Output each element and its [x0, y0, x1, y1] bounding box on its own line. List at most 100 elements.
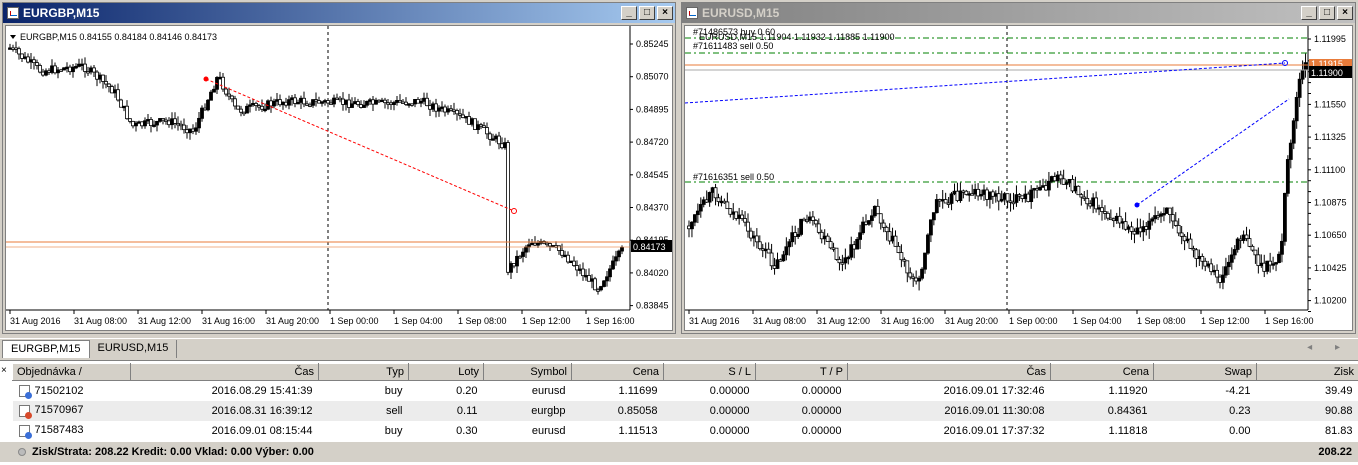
candle [167, 120, 171, 126]
candle [1170, 214, 1175, 222]
candle [119, 99, 123, 108]
candle [203, 107, 207, 111]
candle [365, 100, 369, 106]
candle [878, 213, 883, 224]
candle [149, 119, 153, 127]
candle [83, 63, 87, 72]
candle [494, 135, 498, 140]
x-tick-label: 31 Aug 2016 [10, 316, 61, 326]
candle [128, 118, 132, 122]
table-row[interactable]: 71502102 2016.08.29 15:41:39 buy 0.20 eurusd… [13, 381, 1358, 401]
candle [56, 69, 60, 74]
candle [197, 117, 201, 129]
cell-order: 71502102 [13, 381, 131, 401]
candle [242, 111, 246, 115]
minimize-button[interactable]: _ [621, 6, 637, 20]
column-header-symbol[interactable]: Symbol [483, 363, 572, 381]
candle [1224, 266, 1228, 276]
candle [1167, 207, 1172, 216]
candle [799, 218, 803, 235]
candle [569, 260, 573, 264]
candle [170, 118, 174, 126]
panel-close-icon[interactable]: × [1, 365, 7, 376]
y-tick-label: 0.84895 [636, 104, 669, 114]
close-button[interactable]: × [657, 6, 673, 20]
close-button[interactable]: × [1337, 6, 1353, 20]
tab-eurgbp[interactable]: EURGBP,M15 [2, 340, 90, 358]
candle [563, 254, 567, 258]
table-row[interactable]: 71570967 2016.08.31 16:39:12 sell 0.11 eurgb… [12, 400, 1358, 421]
candle [110, 86, 114, 94]
candle [778, 259, 783, 262]
table-row[interactable]: 71587483 2016.09.01 08:15:44 buy 0.30 eurusd… [13, 421, 1358, 441]
column-header-lots[interactable]: Loty [408, 363, 484, 381]
cell-open-time: 2016.08.29 15:41:39 [211, 384, 313, 397]
buy-order-icon [18, 424, 32, 439]
candle [449, 108, 453, 111]
candle [754, 235, 759, 243]
maximize-button[interactable]: □ [639, 6, 655, 20]
candle [964, 190, 969, 195]
candle [620, 247, 624, 252]
candle [793, 232, 798, 237]
column-header-swap[interactable]: Swap [1153, 363, 1257, 381]
price-chart[interactable]: 0.85245 0.85070 0.84895 0.84720 0.84545 0.843… [5, 25, 673, 331]
maximize-button[interactable]: □ [1319, 6, 1335, 20]
candle [470, 118, 474, 125]
column-header-sl[interactable]: S / L [663, 363, 756, 381]
candle [849, 244, 854, 258]
candle [887, 231, 892, 242]
cell-swap: -4.21 [1225, 384, 1251, 397]
x-tick-label: 31 Aug 08:00 [74, 316, 127, 326]
candle [934, 199, 939, 214]
cell-close-time: 2016.09.01 17:32:46 [943, 384, 1045, 397]
window-titlebar[interactable]: EURUSD,M15 _ □ × [682, 3, 1355, 23]
candle [86, 71, 90, 74]
candle [1173, 220, 1178, 226]
column-header-close-time[interactable]: Čas [847, 363, 1051, 381]
candle [116, 89, 120, 101]
candle [808, 216, 812, 221]
candle [530, 242, 534, 246]
cell-profit: 90.88 [1256, 400, 1358, 421]
candle [359, 104, 363, 108]
candle [497, 135, 501, 145]
candle [560, 250, 564, 256]
candle [386, 102, 390, 105]
candle [434, 103, 438, 112]
cell-close-price: 0.84361 [1050, 400, 1154, 421]
candle [1253, 249, 1258, 256]
candle [341, 98, 345, 105]
candle [775, 259, 780, 269]
candle [209, 91, 213, 101]
minimize-button[interactable]: _ [1301, 6, 1317, 20]
column-header-tp[interactable]: T / P [755, 363, 848, 381]
chart-background [685, 26, 1352, 330]
x-tick-label: 1 Sep 12:00 [522, 316, 571, 326]
window-titlebar[interactable]: EURGBP,M15 _ □ × [3, 3, 675, 23]
tab-scroll-arrows[interactable]: ◂ ▸ [1307, 342, 1350, 353]
candlestick-chart[interactable]: 0.85245 0.85070 0.84895 0.84720 0.84545 0.843… [6, 26, 673, 331]
candle [11, 47, 15, 50]
candle [143, 120, 147, 127]
candle [89, 67, 93, 73]
chart-window-eurusd[interactable]: EURUSD,M15 _ □ × 1.119951.117751.115501.… [681, 2, 1356, 334]
table-header-row: Objednávka / Čas Typ Loty Symbol Cena S … [12, 363, 1358, 381]
column-header-open-time[interactable]: Čas [130, 363, 319, 381]
chart-background [6, 26, 672, 330]
window-title: EURUSD,M15 [702, 6, 780, 20]
column-header-type[interactable]: Typ [318, 363, 409, 381]
candle [185, 129, 189, 134]
candlestick-chart[interactable]: 1.119951.117751.115501.113251.111001.108… [685, 26, 1353, 331]
price-chart[interactable]: 1.119951.117751.115501.113251.111001.108… [684, 25, 1353, 331]
column-header-order[interactable]: Objednávka / [12, 363, 131, 381]
candle [32, 59, 36, 64]
column-header-profit[interactable]: Zisk [1256, 363, 1358, 381]
candle [320, 101, 324, 104]
chart-window-eurgbp[interactable]: EURGBP,M15 _ □ × 0.85245 0.85070 0.84895 0.… [2, 2, 676, 334]
candle [455, 110, 459, 115]
column-header-close-price[interactable]: Cena [1050, 363, 1154, 381]
tab-eurusd[interactable]: EURUSD,M15 [90, 340, 178, 358]
candle [194, 127, 198, 132]
column-header-open-price[interactable]: Cena [571, 363, 664, 381]
